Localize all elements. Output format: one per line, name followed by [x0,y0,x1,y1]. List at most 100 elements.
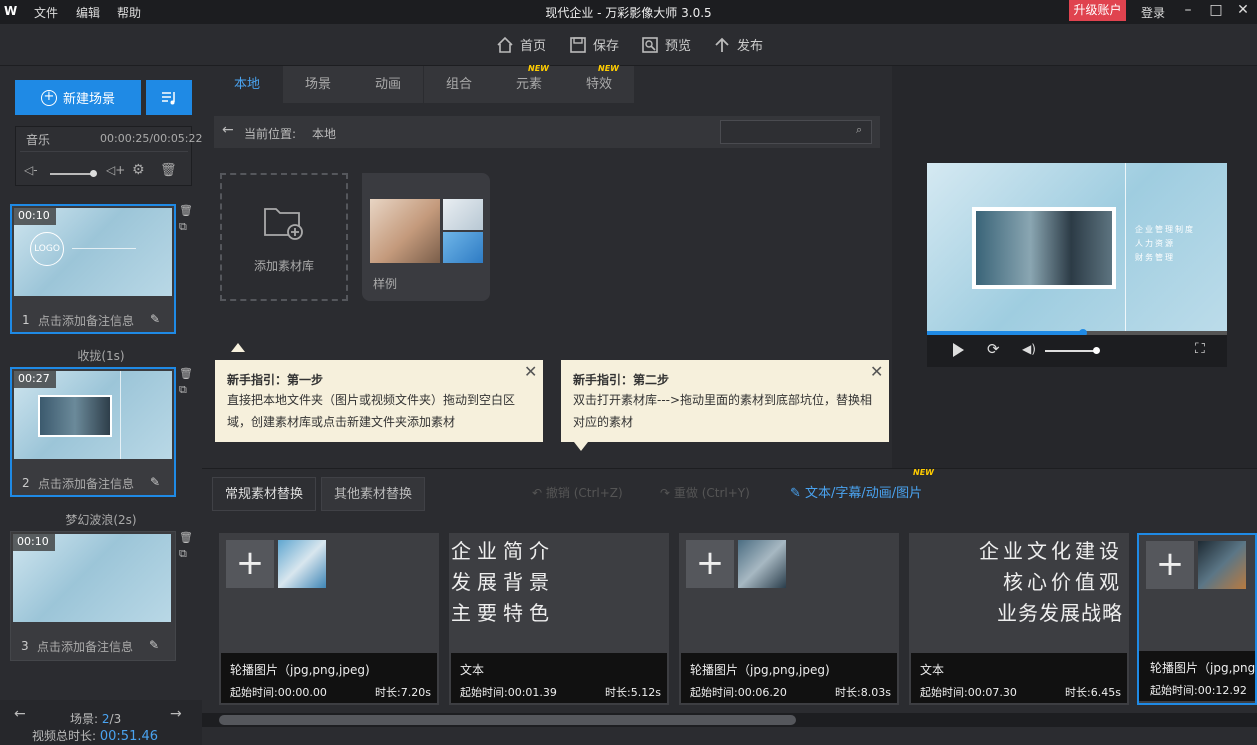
slot-text-line: 发展背景 [451,570,555,594]
volume-icon[interactable]: ◀) [1022,342,1036,356]
tab-combination[interactable]: 组合 [424,66,494,103]
prev-scene-icon[interactable]: ← [14,706,26,722]
video-canvas: 企业管理制度 人力资源 财务管理 [927,163,1227,333]
minimize-icon[interactable]: – [1178,2,1198,20]
home-button[interactable]: 首页 [496,35,546,54]
video-text-line: 财务管理 [1135,253,1175,262]
settings-icon[interactable]: ⚙ [132,162,145,178]
main-toolbar: 首页 保存 预览 发布 [0,24,1257,66]
slot-info: 文本 起始时间:00:07.30 时长:6.45s [911,653,1127,703]
slot-thumbnail [278,540,326,588]
scene-footer: 2 点击添加备注信息 ✎ [14,473,172,493]
total-duration: 视频总时长: 00:51.46 [32,727,158,744]
replay-icon[interactable]: ⟳ [987,340,1000,358]
tab-local[interactable]: 本地 [212,66,282,103]
slot-text-line: 业务发展战略 [997,601,1123,625]
close-icon[interactable]: ✕ [870,362,883,381]
scrollbar-thumb[interactable] [219,715,796,725]
search-input[interactable] [720,120,872,144]
search-icon[interactable]: ⌕ [856,123,862,137]
sample-thumbnail [443,199,483,230]
slot-type: 轮播图片（jpg,png,jpeg) [1150,661,1257,675]
tab-scene[interactable]: 场景 [283,66,353,103]
new-scene-button[interactable]: + 新建场景 [15,80,141,115]
preview-label: 预览 [665,39,692,54]
tab-animation[interactable]: 动画 [353,66,423,103]
replace-slot-5[interactable]: + 轮播图片（jpg,png,jpeg) 起始时间:00:12.92 [1137,533,1257,705]
add-image-button[interactable]: + [1146,541,1194,589]
back-arrow-icon[interactable]: ← [222,122,234,138]
fullscreen-icon[interactable]: ⛶ [1195,341,1205,357]
trash-icon[interactable]: 🗑 [160,163,177,178]
add-image-button[interactable]: + [226,540,274,588]
delete-scene-icon[interactable]: 🗑 [179,204,193,217]
preview-icon [642,36,658,53]
tab-other-replace[interactable]: 其他素材替换 [321,477,425,511]
music-time: 00:00:25/00:05:22 [100,132,203,145]
slot-start-time: 起始时间:00:01.39 [460,686,557,699]
slot-thumbnail [1198,541,1246,589]
new-badge: NEW [528,64,549,73]
redo-button[interactable]: ↷ 重做 (Ctrl+Y) [660,484,750,501]
replace-slot-3[interactable]: + 轮播图片（jpg,png,jpeg) 起始时间:00:06.20 时长:8.… [679,533,899,705]
scene-card-2[interactable]: 00:27 2 点击添加备注信息 ✎ [10,367,176,497]
preview-button[interactable]: 预览 [641,35,691,54]
replace-slot-4[interactable]: 企业文化建设 核心价值观 业务发展战略 文本 起始时间:00:07.30 时长:… [909,533,1129,705]
undo-label: 撤销 (Ctrl+Z) [545,486,623,500]
slot-duration: 时长:8.03s [835,686,891,699]
slot-info: 轮播图片（jpg,png,jpeg) 起始时间:00:12.92 [1139,651,1257,701]
publish-label: 发布 [737,39,764,54]
scene-navigator: ← 场景: 2/3 → 视频总时长: 00:51.46 [0,700,202,745]
volume-up-icon[interactable]: ◁+ [106,163,125,177]
text-subtitle-link[interactable]: ✎ 文本/字幕/动画/图片 [790,482,922,501]
replace-slot-1[interactable]: + 轮播图片（jpg,png,jpeg) 起始时间:00:00.00 时长:7.… [219,533,439,705]
volume-slider[interactable] [50,173,94,175]
scene-card-1[interactable]: LOGO 00:10 1 点击添加备注信息 ✎ [10,204,176,334]
add-library-button[interactable]: 添加素材库 [220,173,348,301]
material-library: 本地 场景 动画 组合 元素 特效 NEW NEW ← 当前位置: 本地 ⌕ 添… [202,64,892,468]
decor-line [72,248,136,249]
copy-scene-icon[interactable]: ⧉ [179,547,191,560]
total-duration-value: 00:51.46 [99,729,159,744]
copy-scene-icon[interactable]: ⧉ [179,220,191,233]
video-photo-frame [972,207,1116,289]
upgrade-account-button[interactable]: 升级账户 [1069,0,1126,21]
publish-button[interactable]: 发布 [713,35,763,54]
path-label: 当前位置: [244,127,297,141]
play-icon[interactable] [953,343,964,357]
close-icon[interactable]: ✕ [1233,2,1253,20]
sample-thumbnail [370,199,440,263]
maximize-icon[interactable]: □ [1206,2,1226,20]
scene-note[interactable]: 点击添加备注信息 [38,312,134,329]
transition-label[interactable]: 收拢(1s) [0,347,202,364]
delete-scene-icon[interactable]: 🗑 [179,531,193,544]
add-image-button[interactable]: + [686,540,734,588]
transition-label[interactable]: 梦幻波浪(2s) [0,511,202,528]
scene-note[interactable]: 点击添加备注信息 [38,475,134,492]
delete-scene-icon[interactable]: 🗑 [179,367,193,380]
edit-icon[interactable]: ✎ [150,312,160,326]
save-button[interactable]: 保存 [569,35,619,54]
scene-note[interactable]: 点击添加备注信息 [37,638,133,655]
volume-slider-handle[interactable] [90,170,97,177]
volume-slider[interactable] [1045,350,1097,352]
scene-card-3[interactable]: 00:10 3 点击添加备注信息 ✎ [10,531,176,661]
volume-handle[interactable] [1093,347,1100,354]
volume-down-icon[interactable]: ◁- [24,163,38,177]
scene-total: 3 [113,712,122,726]
replace-slot-2[interactable]: 企业简介 发展背景 主要特色 文本 起始时间:00:01.39 时长:5.12s [449,533,669,705]
sample-library[interactable]: 样例 [362,173,490,301]
edit-icon[interactable]: ✎ [149,638,159,652]
slot-type: 文本 [920,663,945,677]
horizontal-scrollbar[interactable] [202,713,1257,727]
undo-button[interactable]: ↶ 撤销 (Ctrl+Z) [532,484,623,501]
close-icon[interactable]: ✕ [524,362,537,381]
edit-icon[interactable]: ✎ [150,475,160,489]
login-button[interactable]: 登录 [1141,4,1165,21]
music-list-button[interactable] [146,80,192,115]
scene-index: 1 [22,313,30,327]
copy-scene-icon[interactable]: ⧉ [179,383,191,396]
next-scene-icon[interactable]: → [170,706,182,722]
tab-regular-replace[interactable]: 常规素材替换 [212,477,316,511]
music-list-icon [162,92,175,105]
